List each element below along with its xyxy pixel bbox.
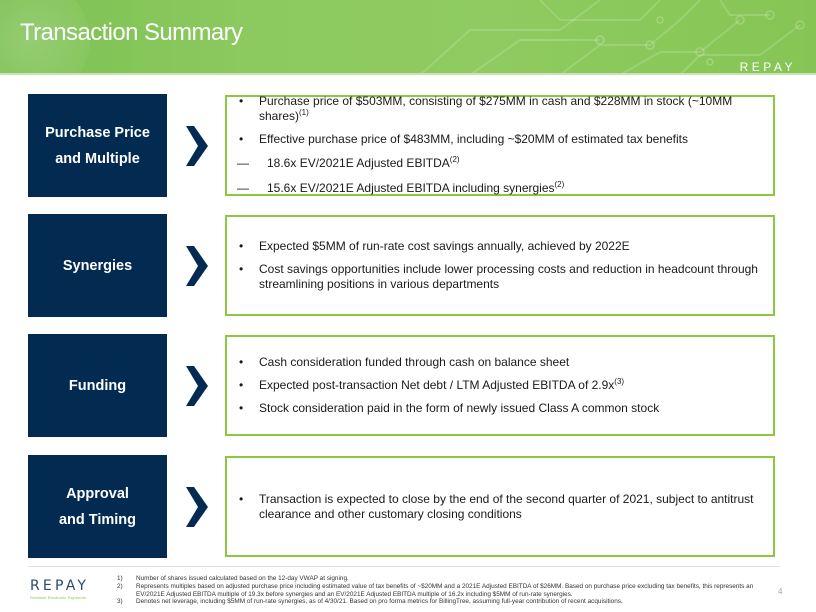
footnotes: 1) Number of shares issued calculated bas… (117, 575, 757, 606)
page-number: 4 (778, 587, 783, 596)
section-label-synergies: Synergies (28, 214, 167, 317)
footnote-number: 2) (117, 582, 123, 590)
section-label-line: Synergies (62, 257, 133, 274)
dash-marker: — (237, 181, 249, 195)
bullet-item: Stock consideration paid in the form of … (237, 401, 759, 416)
section-label-funding: Funding (28, 334, 167, 437)
section-label-purchase-price: Purchase Price and Multiple (28, 94, 167, 197)
chevron-right-icon (186, 487, 208, 527)
footer-logo-wordmark: REPAY (30, 578, 90, 594)
row-purchase-price: Purchase Price and Multiple Purchase pri… (28, 94, 780, 197)
chevron-right-icon (186, 126, 208, 166)
page-title: Transaction Summary (20, 19, 243, 46)
footnote-item: 1) Number of shares issued calculated bas… (117, 575, 349, 582)
dash-marker: — (237, 156, 249, 170)
section-label-line: Approval (66, 485, 129, 502)
row-approval-timing: Approval and Timing Transaction is expec… (28, 455, 780, 558)
footer-logo-tagline: Realtime Electronic Payments (30, 595, 87, 600)
row-synergies: Synergies Expected $5MM of run-rate cost… (28, 214, 780, 317)
header-repay-logo: REPAY (739, 60, 796, 74)
section-label-line: Purchase Price (45, 124, 150, 141)
sub-bullet-item: —18.6x EV/2021E Adjusted EBITDA(2) (237, 155, 460, 171)
section-label-line: and Multiple (55, 150, 140, 167)
header-banner: Transaction Summary REPAY (0, 0, 816, 75)
bullet-item: Purchase price of $503MM, consisting of … (237, 94, 759, 124)
content-box-funding: Cash consideration funded through cash o… (225, 335, 775, 436)
sub-bullet-item: —15.6x EV/2021E Adjusted EBITDA includin… (237, 180, 565, 196)
footnote-number: 3) (117, 598, 123, 606)
footnote-number: 1) (117, 575, 123, 582)
bullet-item: Expected post-transaction Net debt / LTM… (237, 378, 759, 394)
content-box-purchase-price: Purchase price of $503MM, consisting of … (225, 94, 775, 196)
section-label-approval-timing: Approval and Timing (28, 455, 167, 558)
bullet-item: Transaction is expected to close by the … (237, 492, 759, 522)
footer-repay-logo: REPAY Realtime Electronic Payments (30, 578, 100, 600)
row-funding: Funding Cash consideration funded throug… (28, 334, 780, 437)
footnote-item: 3) Denotes net leverage, including $5MM o… (117, 598, 623, 606)
footnote-item: 2) Represents multiples based on adjusted… (117, 582, 754, 598)
bullet-item: Effective purchase price of $483MM, incl… (237, 132, 759, 147)
bullet-item: Expected $5MM of run-rate cost savings a… (237, 239, 759, 254)
section-label-line: Funding (68, 377, 127, 394)
chevron-right-icon (186, 366, 208, 406)
bullet-item: Cash consideration funded through cash o… (237, 355, 759, 370)
chevron-right-icon (186, 246, 208, 286)
footer-divider (28, 566, 780, 567)
bullet-item: Cost savings opportunities include lower… (237, 262, 759, 292)
content-box-synergies: Expected $5MM of run-rate cost savings a… (225, 215, 775, 316)
content-box-approval-timing: Transaction is expected to close by the … (225, 456, 775, 557)
section-label-line: and Timing (58, 511, 137, 528)
